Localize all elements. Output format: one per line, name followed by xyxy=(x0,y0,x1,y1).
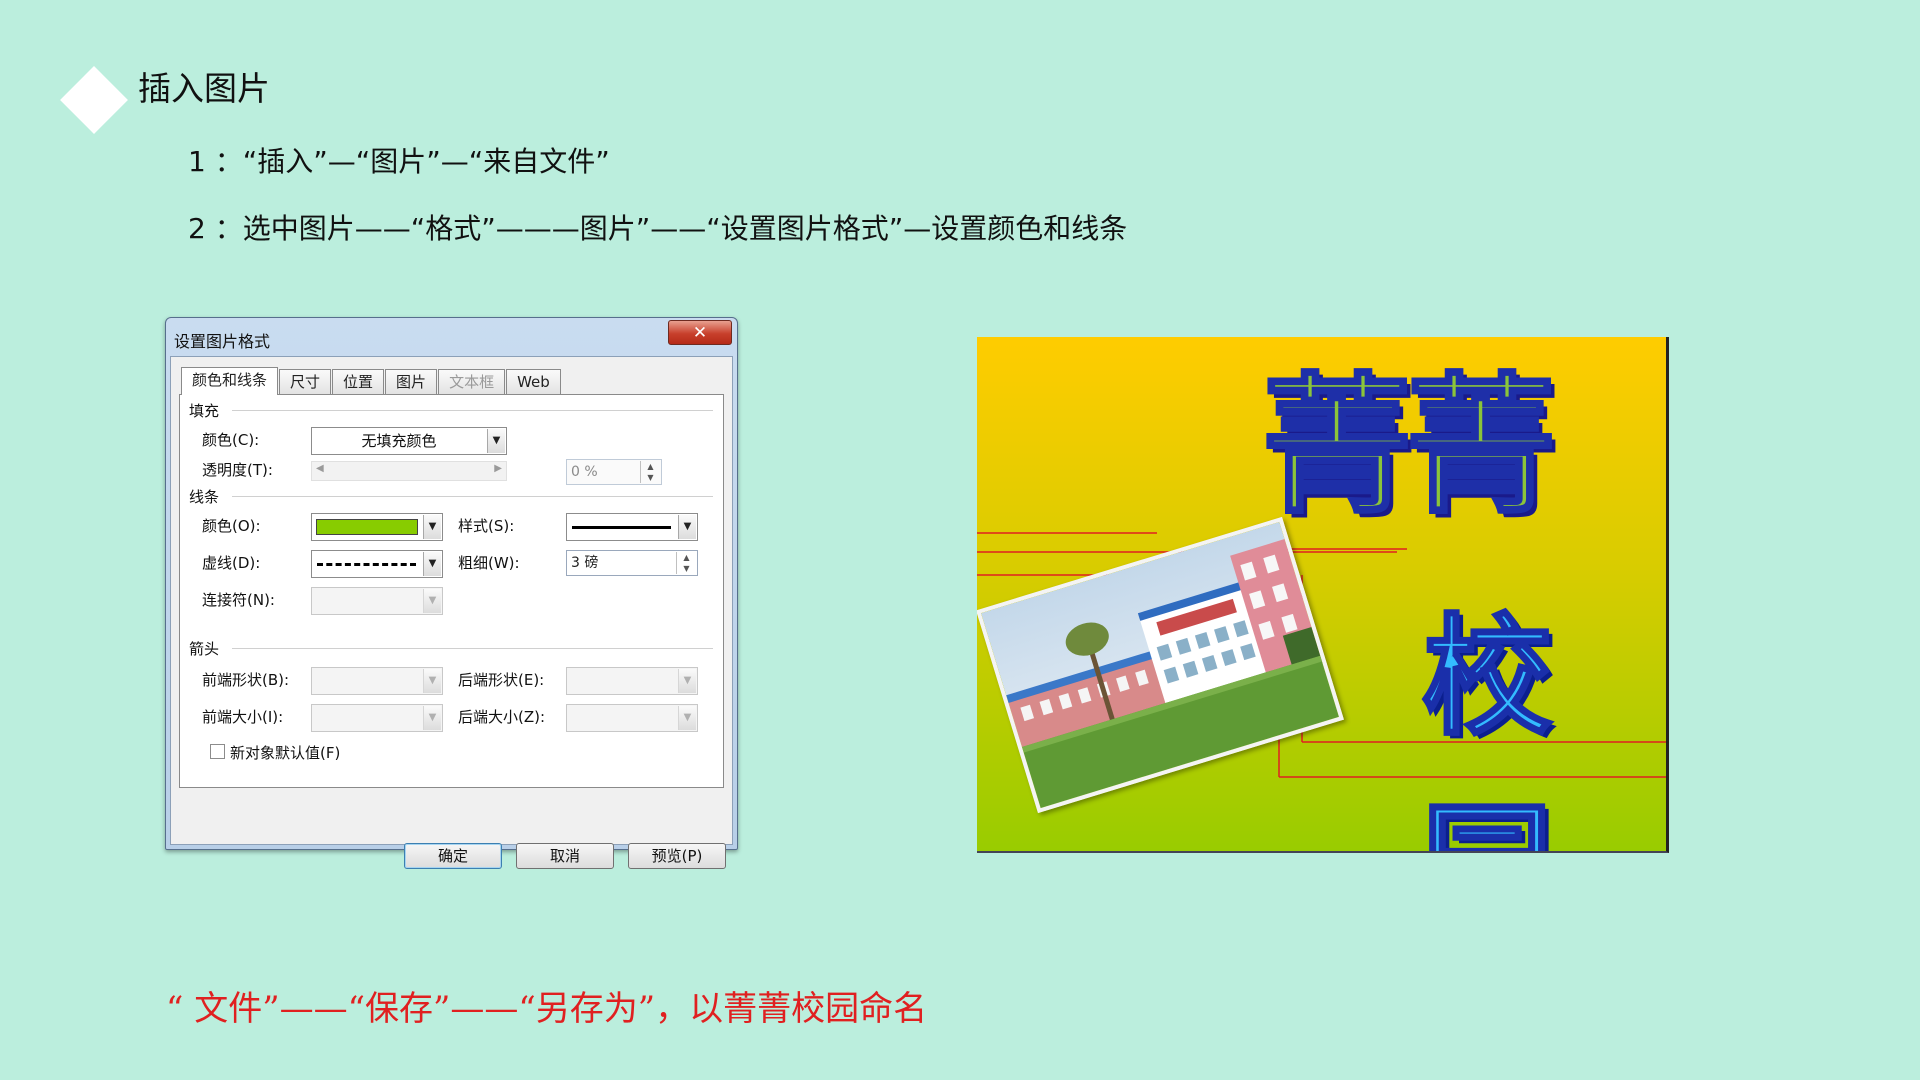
arrow-right-icon: ▶ xyxy=(494,463,502,474)
chevron-down-icon: ▼ xyxy=(487,429,505,453)
transparency-value: 0 % xyxy=(571,464,598,480)
arrow-left-icon: ◀ xyxy=(316,463,324,474)
tab-strip: 颜色和线条 尺寸 位置 图片 文本框 Web xyxy=(181,367,562,395)
line-weight-spinner[interactable]: 3 磅 ▲ ▼ xyxy=(566,550,698,576)
tab-position[interactable]: 位置 xyxy=(332,369,385,395)
line-color-label: 颜色(O): xyxy=(202,517,261,535)
fill-section-label: 填充 xyxy=(189,402,220,420)
chevron-down-icon: ▼ xyxy=(678,669,696,693)
format-picture-dialog: 设置图片格式 ✕ 颜色和线条 尺寸 位置 图片 文本框 Web 填充 颜色(C)… xyxy=(165,317,738,869)
bullet-diamond xyxy=(60,66,128,134)
transparency-spinner[interactable]: 0 % ▲ ▼ xyxy=(566,459,662,485)
cancel-button[interactable]: 取消 xyxy=(516,843,614,869)
begin-size-dropdown: ▼ xyxy=(311,704,443,732)
end-size-label: 后端大小(Z): xyxy=(458,708,546,726)
transparency-label: 透明度(T): xyxy=(202,461,273,479)
line-weight-label: 粗细(W): xyxy=(458,554,520,572)
line-weight-value: 3 磅 xyxy=(571,555,599,571)
chevron-down-icon: ▼ xyxy=(423,669,441,693)
tab-web[interactable]: Web xyxy=(506,369,561,395)
solid-line-preview xyxy=(572,526,671,529)
line-color-swatch xyxy=(316,519,418,535)
dialog-title: 设置图片格式 xyxy=(174,332,271,351)
default-for-new-objects-label: 新对象默认值(F) xyxy=(230,744,341,762)
end-size-dropdown: ▼ xyxy=(566,704,698,732)
spin-arrows-icon: ▲ ▼ xyxy=(676,552,696,574)
art-title-bottom: 校园 xyxy=(1421,599,1554,852)
dash-line-preview xyxy=(317,563,416,566)
spin-arrows-icon: ▲ ▼ xyxy=(640,461,660,483)
preview-button[interactable]: 预览(P) xyxy=(628,843,726,869)
step-2-text: 2 ：选中图片——“格式”———图片”——“设置图片格式”—设置颜色和线条 xyxy=(188,212,1128,245)
arrows-section-label: 箭头 xyxy=(189,640,220,658)
begin-size-label: 前端大小(I): xyxy=(202,708,284,726)
tab-size[interactable]: 尺寸 xyxy=(279,369,332,395)
ok-button[interactable]: 确定 xyxy=(404,843,502,869)
chevron-down-icon: ▼ xyxy=(423,515,441,539)
tab-panel-colors-and-lines: 填充 颜色(C): 无填充颜色 ▼ 透明度(T): ◀ ▶ 0 % ▲ ▼ 线条 … xyxy=(179,394,724,788)
step-1-text: 1 ：“插入”—“图片”—“来自文件” xyxy=(188,145,610,178)
art-title-top: 菁菁 xyxy=(1260,357,1557,536)
save-instruction-note: “ 文件”——“保存”——“另存为”，以菁菁校园命名 xyxy=(166,989,928,1029)
dash-label: 虚线(D): xyxy=(202,554,261,572)
fill-color-dropdown[interactable]: 无填充颜色 ▼ xyxy=(311,427,507,455)
chevron-down-icon: ▼ xyxy=(423,706,441,730)
fill-color-label: 颜色(C): xyxy=(202,431,260,449)
tab-colors-and-lines[interactable]: 颜色和线条 xyxy=(181,367,279,395)
begin-style-dropdown: ▼ xyxy=(311,667,443,695)
tab-text-box: 文本框 xyxy=(438,369,506,395)
divider xyxy=(232,496,713,497)
fill-color-value: 无填充颜色 xyxy=(361,432,437,450)
campus-artwork: 菁菁 校 xyxy=(977,337,1669,853)
line-section-label: 线条 xyxy=(189,488,220,506)
divider xyxy=(232,648,713,649)
dash-dropdown[interactable]: ▼ xyxy=(311,550,443,578)
chevron-down-icon: ▼ xyxy=(423,589,441,613)
line-color-dropdown[interactable]: ▼ xyxy=(311,513,443,541)
begin-style-label: 前端形状(B): xyxy=(202,671,290,689)
end-style-dropdown: ▼ xyxy=(566,667,698,695)
transparency-slider[interactable]: ◀ ▶ xyxy=(311,461,507,481)
close-button[interactable]: ✕ xyxy=(668,320,732,345)
divider xyxy=(232,410,713,411)
tab-picture[interactable]: 图片 xyxy=(385,369,438,395)
connector-label: 连接符(N): xyxy=(202,591,275,609)
chevron-down-icon: ▼ xyxy=(423,552,441,576)
dialog-body: 颜色和线条 尺寸 位置 图片 文本框 Web 填充 颜色(C): 无填充颜色 ▼… xyxy=(170,356,733,869)
chevron-down-icon: ▼ xyxy=(678,515,696,539)
default-for-new-objects-checkbox[interactable] xyxy=(210,744,225,759)
line-style-dropdown[interactable]: ▼ xyxy=(566,513,698,541)
line-style-label: 样式(S): xyxy=(458,517,515,535)
end-style-label: 后端形状(E): xyxy=(458,671,545,689)
chevron-down-icon: ▼ xyxy=(678,706,696,730)
connector-dropdown: ▼ xyxy=(311,587,443,615)
slide-title: 插入图片 xyxy=(138,69,270,108)
